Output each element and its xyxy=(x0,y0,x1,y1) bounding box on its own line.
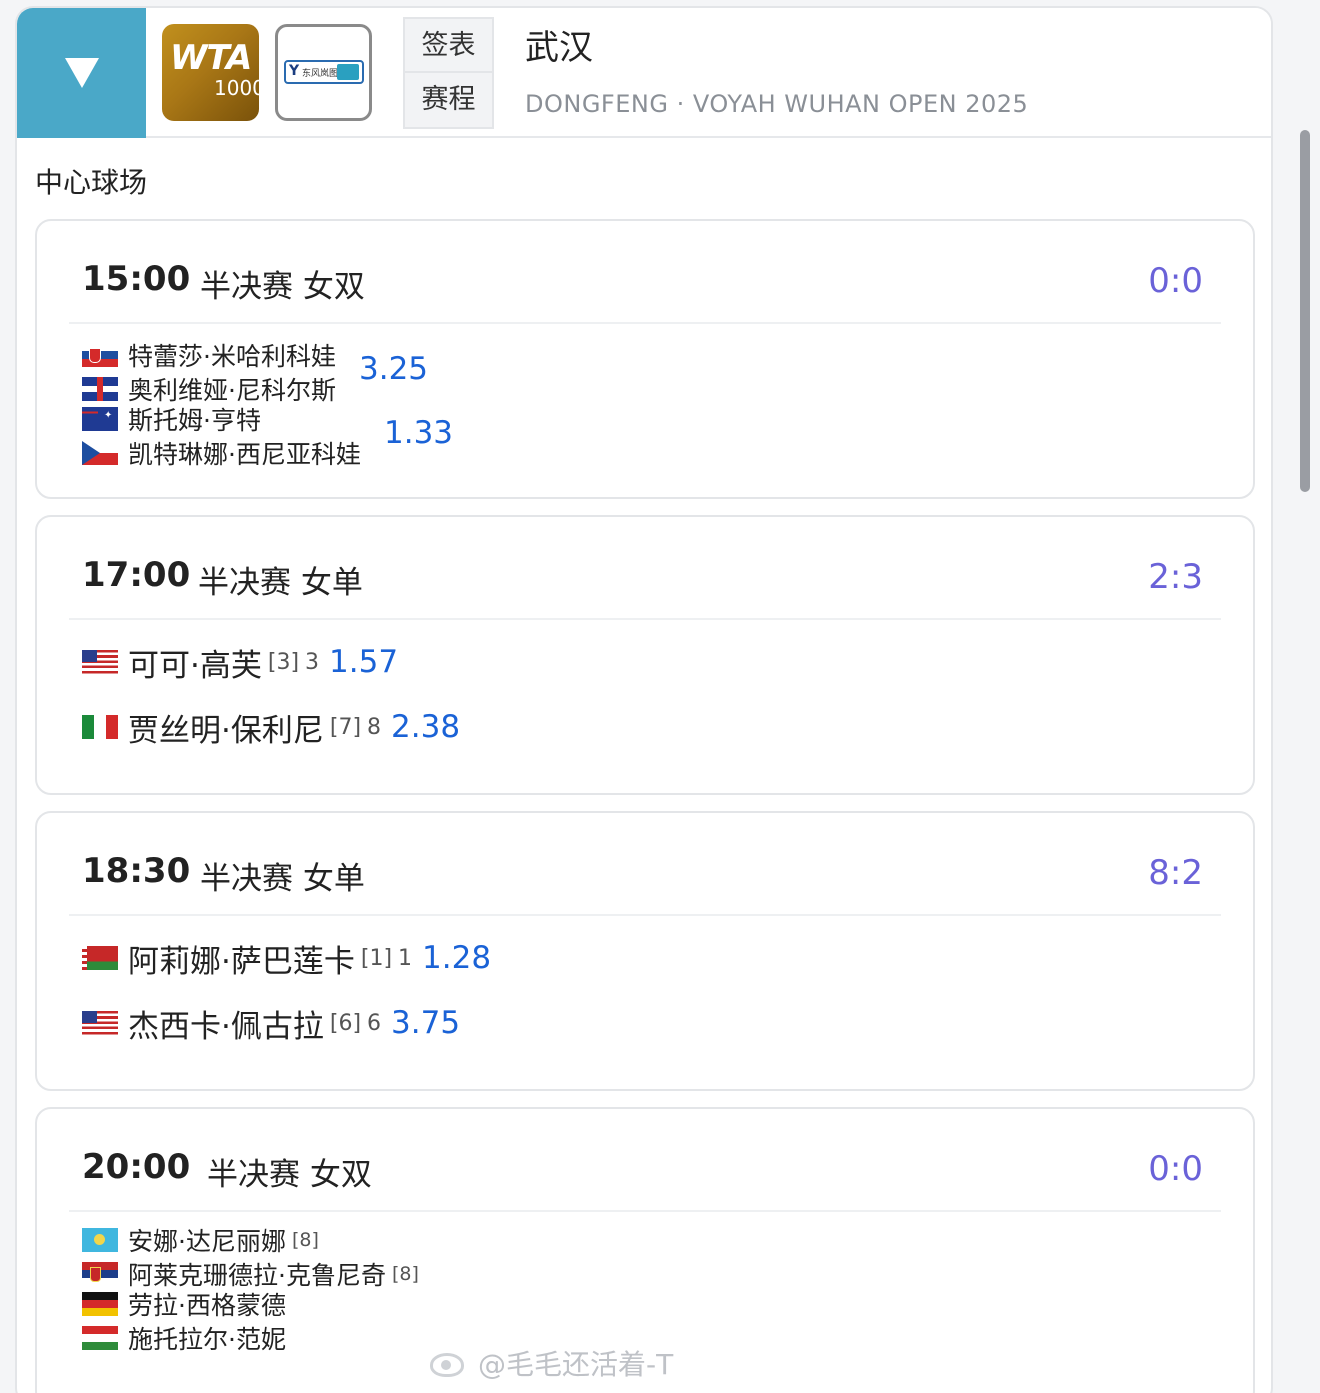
sponsor-logo-text: 东风岚图 xyxy=(302,69,339,79)
player-row: 劳拉·西格蒙德 xyxy=(82,1286,286,1322)
player-name: 杰西卡·佩古拉 xyxy=(128,1008,324,1045)
weibo-icon-dot xyxy=(441,1360,451,1370)
flag-belarus-icon xyxy=(82,946,118,970)
player-seed: [1] xyxy=(360,945,393,971)
flag-uk-icon xyxy=(82,377,118,401)
player-rank: 1 xyxy=(398,945,413,971)
player-row: 阿莉娜·萨巴莲卡 [1] 1 1.28 xyxy=(82,940,492,980)
player-name: 凯特琳娜·西尼亚科娃 xyxy=(128,440,361,469)
match-header: 20:00 半决赛 女双 0:0 xyxy=(37,1109,1253,1211)
nav-button-group: 签表 赛程 xyxy=(403,17,494,129)
match-time: 18:30 xyxy=(82,851,191,891)
match-score: 0:0 xyxy=(1148,1149,1203,1189)
player-name: 可可·高芙 xyxy=(128,647,262,684)
wta-1000-logo: WTA 1000 xyxy=(162,24,265,121)
weibo-icon xyxy=(428,1345,472,1381)
court-title: 中心球场 xyxy=(35,166,148,199)
event-name: DONGFENG · VOYAH WUHAN OPEN 2025 xyxy=(525,90,1029,118)
tournament-header: WTA 1000 Y 东风岚图 签表 赛程 武汉 DONGFENG · VOYA… xyxy=(17,8,1271,138)
player-row: 施托拉尔·范妮 xyxy=(82,1320,286,1356)
watermark-text: @毛毛还活着-T xyxy=(478,1348,674,1381)
player-seed: [7] xyxy=(329,714,362,740)
flag-italy-icon xyxy=(82,715,118,739)
player-rank: 3 xyxy=(305,649,320,675)
player-row: 斯托姆·亨特 xyxy=(82,401,261,437)
player-rank: 6 xyxy=(367,1010,382,1036)
player-seed: [8] xyxy=(391,1263,419,1285)
match-card[interactable]: 18:30 半决赛 女单 8:2 阿莉娜·萨巴莲卡 [1] 1 1.28 杰西卡… xyxy=(35,811,1255,1091)
match-stage: 半决赛 女单 xyxy=(198,565,363,601)
divider xyxy=(69,618,1221,620)
match-card[interactable]: 17:00 半决赛 女单 2:3 可可·高芙 [3] 3 1.57 贾丝明·保利… xyxy=(35,515,1255,795)
collapse-toggle[interactable] xyxy=(17,8,146,138)
player-odds: 1.28 xyxy=(422,940,492,976)
player-row: 可可·高芙 [3] 3 1.57 xyxy=(82,644,399,684)
match-stage: 半决赛 女双 xyxy=(207,1157,372,1193)
divider xyxy=(69,914,1221,916)
match-stage: 半决赛 女双 xyxy=(200,269,365,305)
player-name: 施托拉尔·范妮 xyxy=(128,1325,286,1354)
player-row: 特蕾莎·米哈利科娃 xyxy=(82,337,336,373)
flag-czechia-icon xyxy=(82,441,118,465)
flag-slovakia-icon xyxy=(82,343,118,367)
schedule-button[interactable]: 赛程 xyxy=(405,73,492,127)
match-card[interactable]: 15:00 半决赛 女双 0:0 特蕾莎·米哈利科娃 奥利维娅·尼科尔斯 3.2… xyxy=(35,219,1255,499)
flag-serbia-icon xyxy=(82,1262,118,1286)
player-odds: 2.38 xyxy=(391,709,461,745)
match-stage: 半决赛 女单 xyxy=(200,861,365,897)
player-row: 凯特琳娜·西尼亚科娃 xyxy=(82,435,361,471)
match-time: 15:00 xyxy=(82,259,191,299)
flag-usa-icon xyxy=(82,1011,118,1035)
voyah-mark-icon: Y xyxy=(289,63,300,79)
sponsor-logo: Y 东风岚图 xyxy=(275,24,372,121)
team-odds: 1.33 xyxy=(384,415,454,451)
match-score: 8:2 xyxy=(1148,853,1203,893)
match-header: 18:30 半决赛 女单 8:2 xyxy=(37,813,1253,915)
city-title: 武汉 xyxy=(525,28,593,68)
wuhan-open-mark-icon xyxy=(337,64,359,80)
divider xyxy=(69,322,1221,324)
player-name: 特蕾莎·米哈利科娃 xyxy=(128,342,336,371)
match-header: 17:00 半决赛 女单 2:3 xyxy=(37,517,1253,619)
team-odds: 3.25 xyxy=(359,351,429,387)
player-name: 阿莉娜·萨巴莲卡 xyxy=(128,943,355,980)
player-seed: [3] xyxy=(267,649,300,675)
divider xyxy=(69,1210,1221,1212)
sponsor-logo-badge: Y 东风岚图 xyxy=(284,60,364,84)
player-seed: [8] xyxy=(291,1229,319,1251)
wta-logo-text: WTA xyxy=(170,38,252,78)
player-odds: 3.75 xyxy=(391,1005,461,1041)
player-name: 安娜·达尼丽娜 xyxy=(128,1227,286,1256)
match-score: 0:0 xyxy=(1148,261,1203,301)
match-time: 20:00 xyxy=(82,1147,191,1187)
flag-kazakhstan-icon xyxy=(82,1228,118,1252)
triangle-down-icon xyxy=(65,58,99,88)
weibo-watermark: @毛毛还活着-T xyxy=(428,1340,673,1386)
player-name: 斯托姆·亨特 xyxy=(128,406,261,435)
player-row: 贾丝明·保利尼 [7] 8 2.38 xyxy=(82,709,461,749)
wta-logo-tier: 1000 xyxy=(214,76,265,100)
player-odds: 1.57 xyxy=(329,644,399,680)
match-header: 15:00 半决赛 女双 0:0 xyxy=(37,221,1253,323)
match-score: 2:3 xyxy=(1148,557,1203,597)
vertical-scrollbar[interactable] xyxy=(1300,130,1310,492)
player-seed: [6] xyxy=(329,1010,362,1036)
flag-hungary-icon xyxy=(82,1326,118,1350)
player-name: 劳拉·西格蒙德 xyxy=(128,1291,286,1320)
player-rank: 8 xyxy=(367,714,382,740)
player-name: 贾丝明·保利尼 xyxy=(128,712,324,749)
draw-button[interactable]: 签表 xyxy=(405,19,492,73)
player-row: 杰西卡·佩古拉 [6] 6 3.75 xyxy=(82,1005,461,1045)
flag-australia-icon xyxy=(82,407,118,431)
schedule-panel: WTA 1000 Y 东风岚图 签表 赛程 武汉 DONGFENG · VOYA… xyxy=(15,6,1273,1393)
flag-usa-icon xyxy=(82,650,118,674)
match-time: 17:00 xyxy=(82,555,191,595)
player-row: 安娜·达尼丽娜 [8] xyxy=(82,1222,319,1258)
flag-germany-icon xyxy=(82,1292,118,1316)
